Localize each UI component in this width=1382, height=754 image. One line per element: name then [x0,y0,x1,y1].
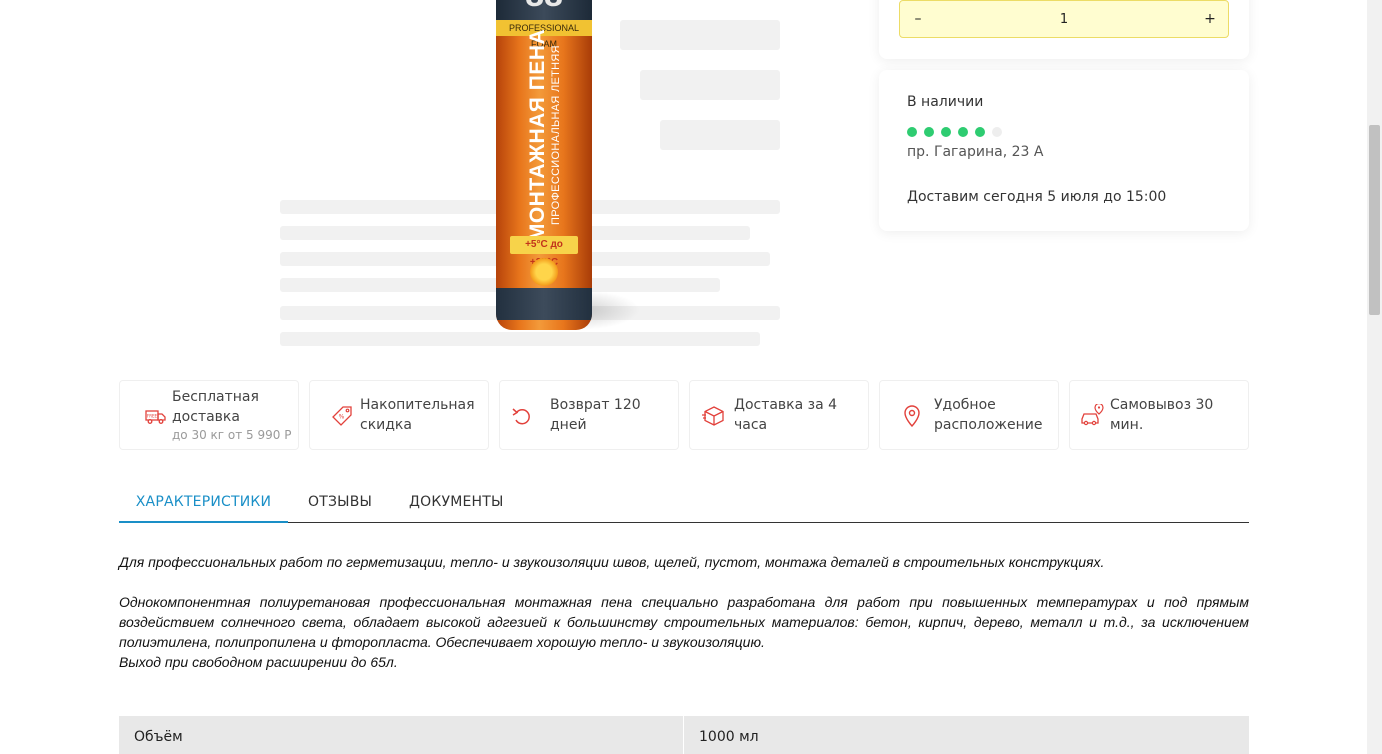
benefit-title: Возврат 120 дней [550,397,641,433]
store-address[interactable]: пр. Гагарина, 23 А [907,144,1043,160]
can-temperature-label: +5°C до +35°C [510,236,578,268]
product-description: Для профессиональных работ по герметизац… [119,552,1249,672]
stock-card: В наличии пр. Гагарина, 23 А Доставим се… [879,70,1249,231]
can-base [496,288,592,320]
discount-tag-icon: % [332,406,352,426]
description-paragraph: Однокомпонентная полиуретановая професси… [119,594,1249,650]
benefit-subtitle: до 30 кг от 5 990 Р [172,428,292,442]
benefit-label: Удобное расположение [934,381,1058,449]
spec-row: Объём 1000 мл [119,716,1249,754]
return-arrow-icon [512,408,530,425]
benefit-title: Накопительная скидка [360,397,475,433]
tab-reviews[interactable]: ОТЗЫВЫ [308,480,372,522]
description-paragraph: Для профессиональных работ по герметизац… [119,554,1105,570]
benefit-location[interactable]: Удобное расположение [879,380,1059,450]
sun-icon [530,258,558,286]
description-paragraph: Выход при свободном расширении до 65л. [119,654,398,670]
spec-value: 1000 мл [699,729,759,745]
svg-text:%: % [339,414,345,421]
benefit-title: Доставка за 4 часа [734,397,838,433]
box-icon [702,406,724,426]
stock-level-indicator [907,122,1009,137]
delivery-estimate: Доставим сегодня 5 июля до 15:00 [907,189,1167,205]
quantity-value[interactable]: 1 [940,1,1188,39]
can-title: МОНТАЖНАЯ ПЕНА [526,28,549,242]
benefit-fast-delivery[interactable]: Доставка за 4 часа [689,380,869,450]
stock-dot-filled [907,127,917,137]
benefit-cumulative-discount[interactable]: % Накопительная скидка [309,380,489,450]
quantity-stepper[interactable]: – 1 + [899,0,1229,38]
benefit-label: Накопительная скидка [360,381,488,449]
benefit-title: Удобное расположение [934,397,1043,433]
truck-icon: FREE [145,410,166,424]
can-title-vertical: МОНТАЖНАЯ ПЕНА ПРОФЕССИОНАЛЬНАЯ ЛЕТНЯЯ [526,29,562,241]
can-subtitle: ПРОФЕССИОНАЛЬНАЯ ЛЕТНЯЯ [550,45,562,225]
svg-text:FREE: FREE [147,414,158,419]
benefit-pickup[interactable]: Самовывоз 30 мин. [1069,380,1249,450]
product-photo-foam-can: 88 PROFESSIONAL FOAM МОНТАЖНАЯ ПЕНА ПРОФ… [496,0,592,330]
benefit-label: Бесплатная доставка до 30 кг от 5 990 Р [172,381,298,449]
quantity-increase-button[interactable]: + [1192,1,1228,39]
stock-dot-filled [941,127,951,137]
spec-name: Объём [134,729,183,745]
product-tabs: ХАРАКТЕРИСТИКИ ОТЗЫВЫ ДОКУМЕНТЫ [119,480,1249,523]
benefit-title: Бесплатная доставка [172,389,259,425]
stock-dot-empty [992,127,1002,137]
benefit-label: Возврат 120 дней [550,381,678,449]
benefit-title: Самовывоз 30 мин. [1110,397,1214,433]
page-scrollbar[interactable] [1367,0,1382,754]
product-page: 88 PROFESSIONAL FOAM МОНТАЖНАЯ ПЕНА ПРОФ… [0,0,1367,754]
quantity-card: – 1 + [879,0,1249,59]
location-pin-icon [904,405,920,428]
benefit-free-delivery[interactable]: FREE Бесплатная доставка до 30 кг от 5 9… [119,380,299,450]
quantity-decrease-button[interactable]: – [900,1,936,39]
stock-dot-filled [975,127,985,137]
scrollbar-thumb[interactable] [1369,125,1380,315]
can-cap: 88 [496,0,592,20]
stock-dot-filled [924,127,934,137]
benefit-return[interactable]: Возврат 120 дней [499,380,679,450]
benefit-label: Самовывоз 30 мин. [1110,381,1248,449]
stock-status: В наличии [907,94,984,110]
spec-divider [683,716,684,754]
benefit-label: Доставка за 4 часа [734,381,868,449]
tab-characteristics[interactable]: ХАРАКТЕРИСТИКИ [119,480,288,523]
stock-dot-filled [958,127,968,137]
tab-documents[interactable]: ДОКУМЕНТЫ [409,480,504,522]
can-number: 88 [496,0,592,15]
car-pin-icon [1081,404,1104,426]
